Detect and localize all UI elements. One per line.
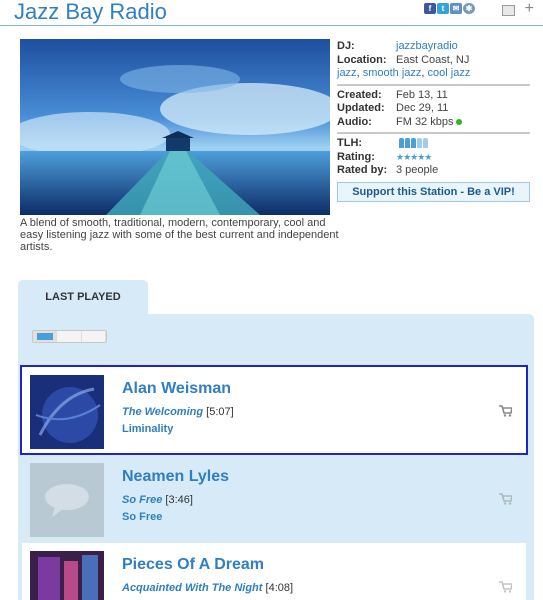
facebook-icon[interactable]: f — [424, 3, 436, 14]
rating-label: Rating: — [337, 150, 375, 163]
page-header: Jazz Bay Radio f t ✉ ✱ + — [0, 0, 543, 26]
updated-value: Dec 29, 11 — [396, 102, 449, 114]
album-cover — [30, 551, 104, 600]
location-value: East Coast, NJ — [396, 53, 470, 66]
genre-link-smooth-jazz[interactable]: smooth jazz — [363, 67, 422, 79]
track-title[interactable]: So Free [3:46] — [122, 494, 193, 506]
track-row[interactable]: Pieces Of A Dream Acquainted With The Ni… — [22, 543, 526, 600]
rated-by-label: Rated by: — [337, 164, 388, 176]
track-duration: [3:46] — [165, 494, 193, 506]
tlh-label: TLH: — [337, 137, 363, 149]
album-cover-placeholder — [30, 463, 104, 537]
created-value: Feb 13, 11 — [396, 88, 448, 101]
list-view-icon[interactable] — [33, 331, 58, 342]
dj-link[interactable]: jazzbayradio — [396, 40, 458, 52]
compact-view-icon[interactable] — [82, 331, 106, 342]
location-label: Location: — [337, 53, 387, 66]
window-icon[interactable] — [502, 5, 515, 16]
dj-label: DJ: — [337, 40, 355, 52]
divider — [337, 83, 530, 86]
share-icons: f t ✉ ✱ — [424, 3, 475, 14]
album-cover — [30, 375, 104, 449]
track-duration: [5:07] — [206, 406, 234, 418]
divider — [337, 132, 530, 134]
genre-links: jazz, smooth jazz, cool jazz — [337, 67, 471, 79]
track-row[interactable]: Neamen Lyles So Free [3:46] So Free — [22, 455, 526, 541]
track-artist[interactable]: Pieces Of A Dream — [122, 556, 264, 574]
genre-link-cool-jazz[interactable]: cool jazz — [428, 67, 471, 79]
track-artist[interactable]: Alan Weisman — [122, 380, 231, 398]
station-image — [20, 39, 330, 215]
track-title[interactable]: Acquainted With The Night [4:08] — [122, 582, 293, 594]
view-toggle[interactable] — [32, 330, 107, 343]
page-title: Jazz Bay Radio — [14, 0, 167, 24]
track-album[interactable]: Liminality — [122, 423, 173, 435]
track-title[interactable]: The Welcoming [5:07] — [122, 406, 234, 418]
track-artist[interactable]: Neamen Lyles — [122, 468, 229, 486]
station-description: A blend of smooth, traditional, modern, … — [20, 217, 339, 253]
cart-icon[interactable] — [499, 493, 512, 505]
twitter-icon[interactable]: t — [437, 3, 449, 14]
track-row[interactable]: Alan Weisman The Welcoming [5:07] Limina… — [20, 365, 528, 455]
genre-link-jazz[interactable]: jazz — [337, 67, 357, 79]
cart-icon[interactable] — [499, 581, 512, 593]
online-status-icon — [456, 118, 463, 125]
tab-last-played[interactable]: LAST PLAYED — [18, 280, 148, 314]
updated-label: Updated: — [337, 102, 385, 114]
audio-value: FM 32 kbps — [396, 115, 454, 128]
track-duration: [4:08] — [265, 582, 294, 594]
grid-view-icon[interactable] — [57, 331, 82, 342]
settings-icon[interactable]: ✱ — [463, 3, 475, 14]
station-info: DJ: jazzbayradio Location: East Coast, NJ … — [337, 40, 530, 202]
audio-label: Audio: — [337, 115, 372, 128]
plus-icon[interactable]: + — [525, 0, 534, 18]
rated-by-value: 3 people — [396, 164, 439, 176]
email-icon[interactable]: ✉ — [450, 3, 462, 14]
tlh-meter-icon — [399, 138, 429, 149]
rating-stars-icon[interactable]: ★★★★★ — [396, 152, 432, 162]
track-album[interactable]: So Free — [122, 511, 162, 523]
created-label: Created: — [337, 88, 382, 101]
vip-button[interactable]: Support this Station - Be a VIP! — [337, 181, 530, 202]
cart-icon[interactable] — [499, 405, 512, 417]
